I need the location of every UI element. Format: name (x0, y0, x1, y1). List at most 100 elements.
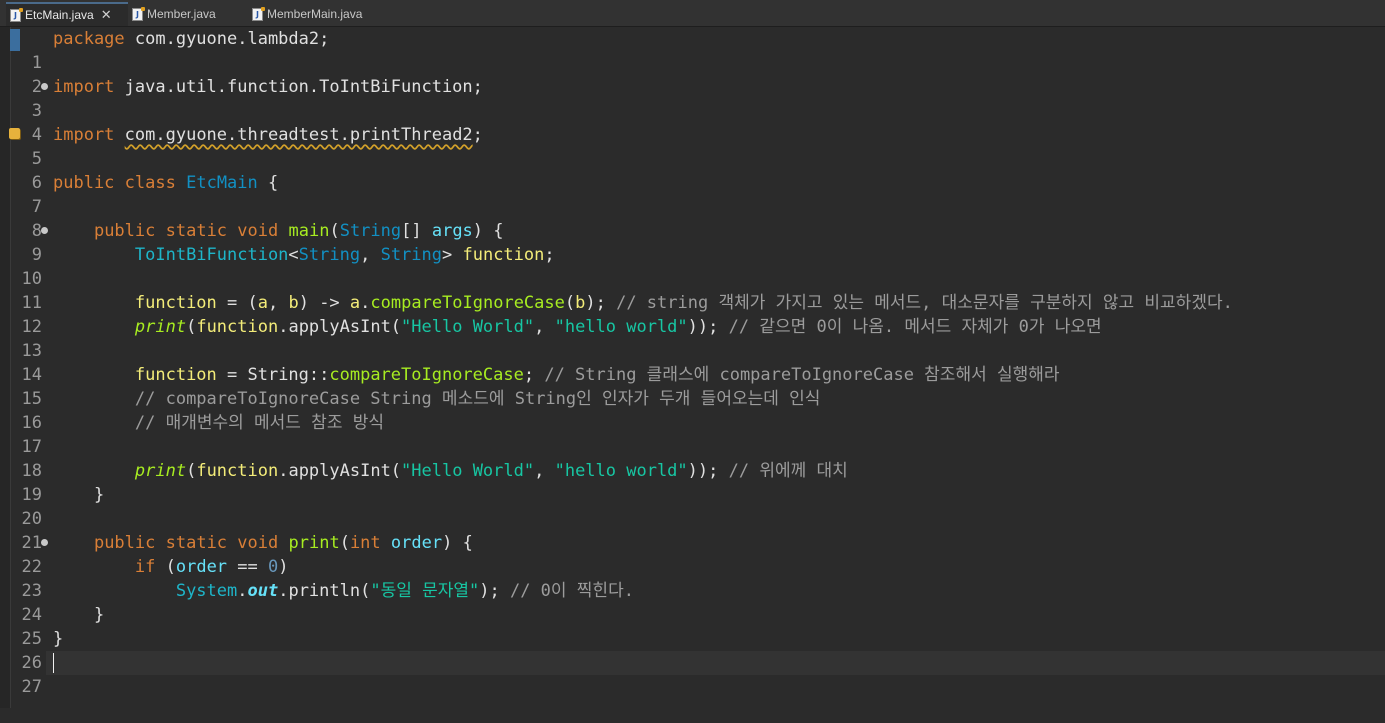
code-line[interactable]: 5 import com.gyuone.threadtest.printThre… (0, 123, 1385, 169)
code-line[interactable]: 24 System.out.println("동일 문자열"); // 0이 찍… (0, 579, 1385, 625)
code-line[interactable]: 12 function = (a, b) -> a.compareToIgnor… (0, 291, 1385, 337)
code-line[interactable]: 17 // 매개변수의 메서드 참조 방식 (0, 411, 1385, 457)
code-comment: // compareToIgnoreCase String 메소드에 Strin… (134, 389, 821, 409)
code-token: b (575, 293, 586, 313)
code-token: ) { (472, 221, 504, 241)
code-token: , (534, 461, 555, 481)
code-line[interactable]: 2 (0, 51, 1385, 97)
code-token: )); (687, 461, 729, 481)
code-text: import com.gyuone.threadtest.printThread… (53, 123, 483, 147)
code-text: if (order == 0) (53, 555, 289, 579)
unused-import-warning[interactable]: com.gyuone.threadtest.printThread2 (125, 125, 473, 145)
tab-membermain[interactable]: J MemberMain.java (248, 2, 388, 26)
code-token: static (165, 221, 228, 241)
code-line[interactable]: 11 (0, 267, 1385, 313)
code-comment: // String 클래스에 compareToIgnoreCase 참조해서 … (544, 365, 1060, 385)
code-line[interactable]: 14 (0, 339, 1385, 385)
code-text: // 매개변수의 메서드 참조 방식 (53, 411, 384, 435)
code-text: public class EtcMain { (53, 171, 278, 195)
tab-member[interactable]: J Member.java (128, 2, 246, 26)
code-token: } (93, 605, 105, 625)
code-text: function = String::compareToIgnoreCase; … (53, 363, 1060, 387)
code-line[interactable]: 4 (0, 99, 1385, 145)
code-token: 0 (268, 557, 279, 577)
code-line[interactable]: 18 (0, 435, 1385, 481)
code-editor[interactable]: 1 package com.gyuone.lambda2; 2 3 import… (0, 27, 1385, 708)
code-line[interactable]: 6 (0, 147, 1385, 193)
code-line[interactable]: 23 if (order == 0) (0, 555, 1385, 601)
code-line[interactable]: 21 (0, 507, 1385, 553)
code-line[interactable]: 26 } (0, 627, 1385, 673)
code-string: "동일 문자열" (370, 581, 480, 601)
code-token: { (257, 173, 279, 193)
code-line[interactable]: 9 public static void main(String[] args)… (0, 219, 1385, 265)
code-token: out (247, 581, 279, 601)
code-token: String (298, 245, 361, 265)
line-number: 27 (21, 677, 42, 697)
code-token: print (288, 533, 340, 553)
close-icon[interactable]: ✕ (101, 8, 112, 23)
code-line[interactable]: 19 print(function.applyAsInt("Hello Worl… (0, 459, 1385, 505)
code-line[interactable]: 25 } (0, 603, 1385, 649)
code-text: print(function.applyAsInt("Hello World",… (53, 315, 1102, 339)
code-token: , (534, 317, 555, 337)
code-token: void (237, 533, 279, 553)
code-token: int (349, 533, 381, 553)
editor-tab-bar: J EtcMain.java ✕ J Member.java J MemberM… (0, 0, 1385, 27)
fold-toggle-icon[interactable] (41, 227, 48, 234)
java-file-icon: J (10, 7, 23, 22)
code-token: compareToIgnoreCase (329, 365, 524, 385)
code-text: public static void print(int order) { (53, 531, 473, 555)
code-line[interactable]: 3 import java.util.function.ToIntBiFunct… (0, 75, 1385, 121)
tab-etcmain[interactable]: J EtcMain.java ✕ (6, 2, 128, 26)
code-line[interactable]: 7 public class EtcMain { (0, 171, 1385, 217)
code-token: ) -> (298, 293, 350, 313)
tab-label: EtcMain.java (25, 8, 94, 22)
code-token: ; (523, 365, 545, 385)
code-line[interactable]: 16 // compareToIgnoreCase String 메소드에 St… (0, 387, 1385, 433)
code-token: void (237, 221, 279, 241)
code-token: main (288, 221, 330, 241)
code-line[interactable]: 8 (0, 195, 1385, 241)
code-token: ( (329, 221, 340, 241)
code-token: ( (564, 293, 576, 313)
tab-label: MemberMain.java (267, 7, 363, 21)
code-token: order (390, 533, 443, 553)
code-token: function (196, 317, 279, 337)
code-line[interactable]: 20 } (0, 483, 1385, 529)
code-token: } (93, 485, 105, 505)
tab-label: Member.java (147, 7, 216, 21)
code-token: compareToIgnoreCase (370, 293, 565, 313)
code-string: "Hello World" (401, 317, 535, 337)
code-line[interactable]: 13 print(function.applyAsInt("Hello Worl… (0, 315, 1385, 361)
code-token: order (175, 557, 228, 577)
fold-toggle-icon[interactable] (41, 539, 48, 546)
code-comment: // 매개변수의 메서드 참조 방식 (134, 413, 384, 433)
code-token: import (53, 77, 115, 97)
code-text: function = (a, b) -> a.compareToIgnoreCa… (53, 291, 1233, 315)
code-comment: // 같으면 0이 나옴. 메서드 자체가 0가 나오면 (728, 317, 1102, 337)
code-token: static (165, 533, 228, 553)
code-token: function (134, 293, 217, 313)
code-line[interactable]: 1 package com.gyuone.lambda2; (0, 27, 1385, 73)
code-line[interactable]: 27 (0, 651, 1385, 697)
code-token: public (93, 221, 156, 241)
code-text: print(function.applyAsInt("Hello World",… (53, 459, 848, 483)
code-token: EtcMain (186, 173, 258, 193)
code-token: function (196, 461, 279, 481)
code-line[interactable]: 22 public static void print(int order) { (0, 531, 1385, 577)
code-line[interactable]: 15 function = String::compareToIgnoreCas… (0, 363, 1385, 409)
code-token: ) { (442, 533, 473, 553)
code-token: com.gyuone.lambda2; (124, 29, 330, 49)
code-token: args (431, 221, 473, 241)
code-line[interactable]: 10 ToIntBiFunction<String, String> funct… (0, 243, 1385, 289)
code-token: ); (585, 293, 617, 313)
code-text: // compareToIgnoreCase String 메소드에 Strin… (53, 387, 821, 411)
code-token: a (349, 293, 361, 313)
code-token: String (339, 221, 402, 241)
code-comment: // string 객체가 가지고 있는 메서드, 대소문자를 구분하지 않고 … (616, 293, 1233, 313)
text-cursor (53, 653, 54, 673)
code-token: function (462, 245, 545, 265)
fold-toggle-icon[interactable] (41, 83, 48, 90)
code-token: ( (155, 557, 176, 577)
